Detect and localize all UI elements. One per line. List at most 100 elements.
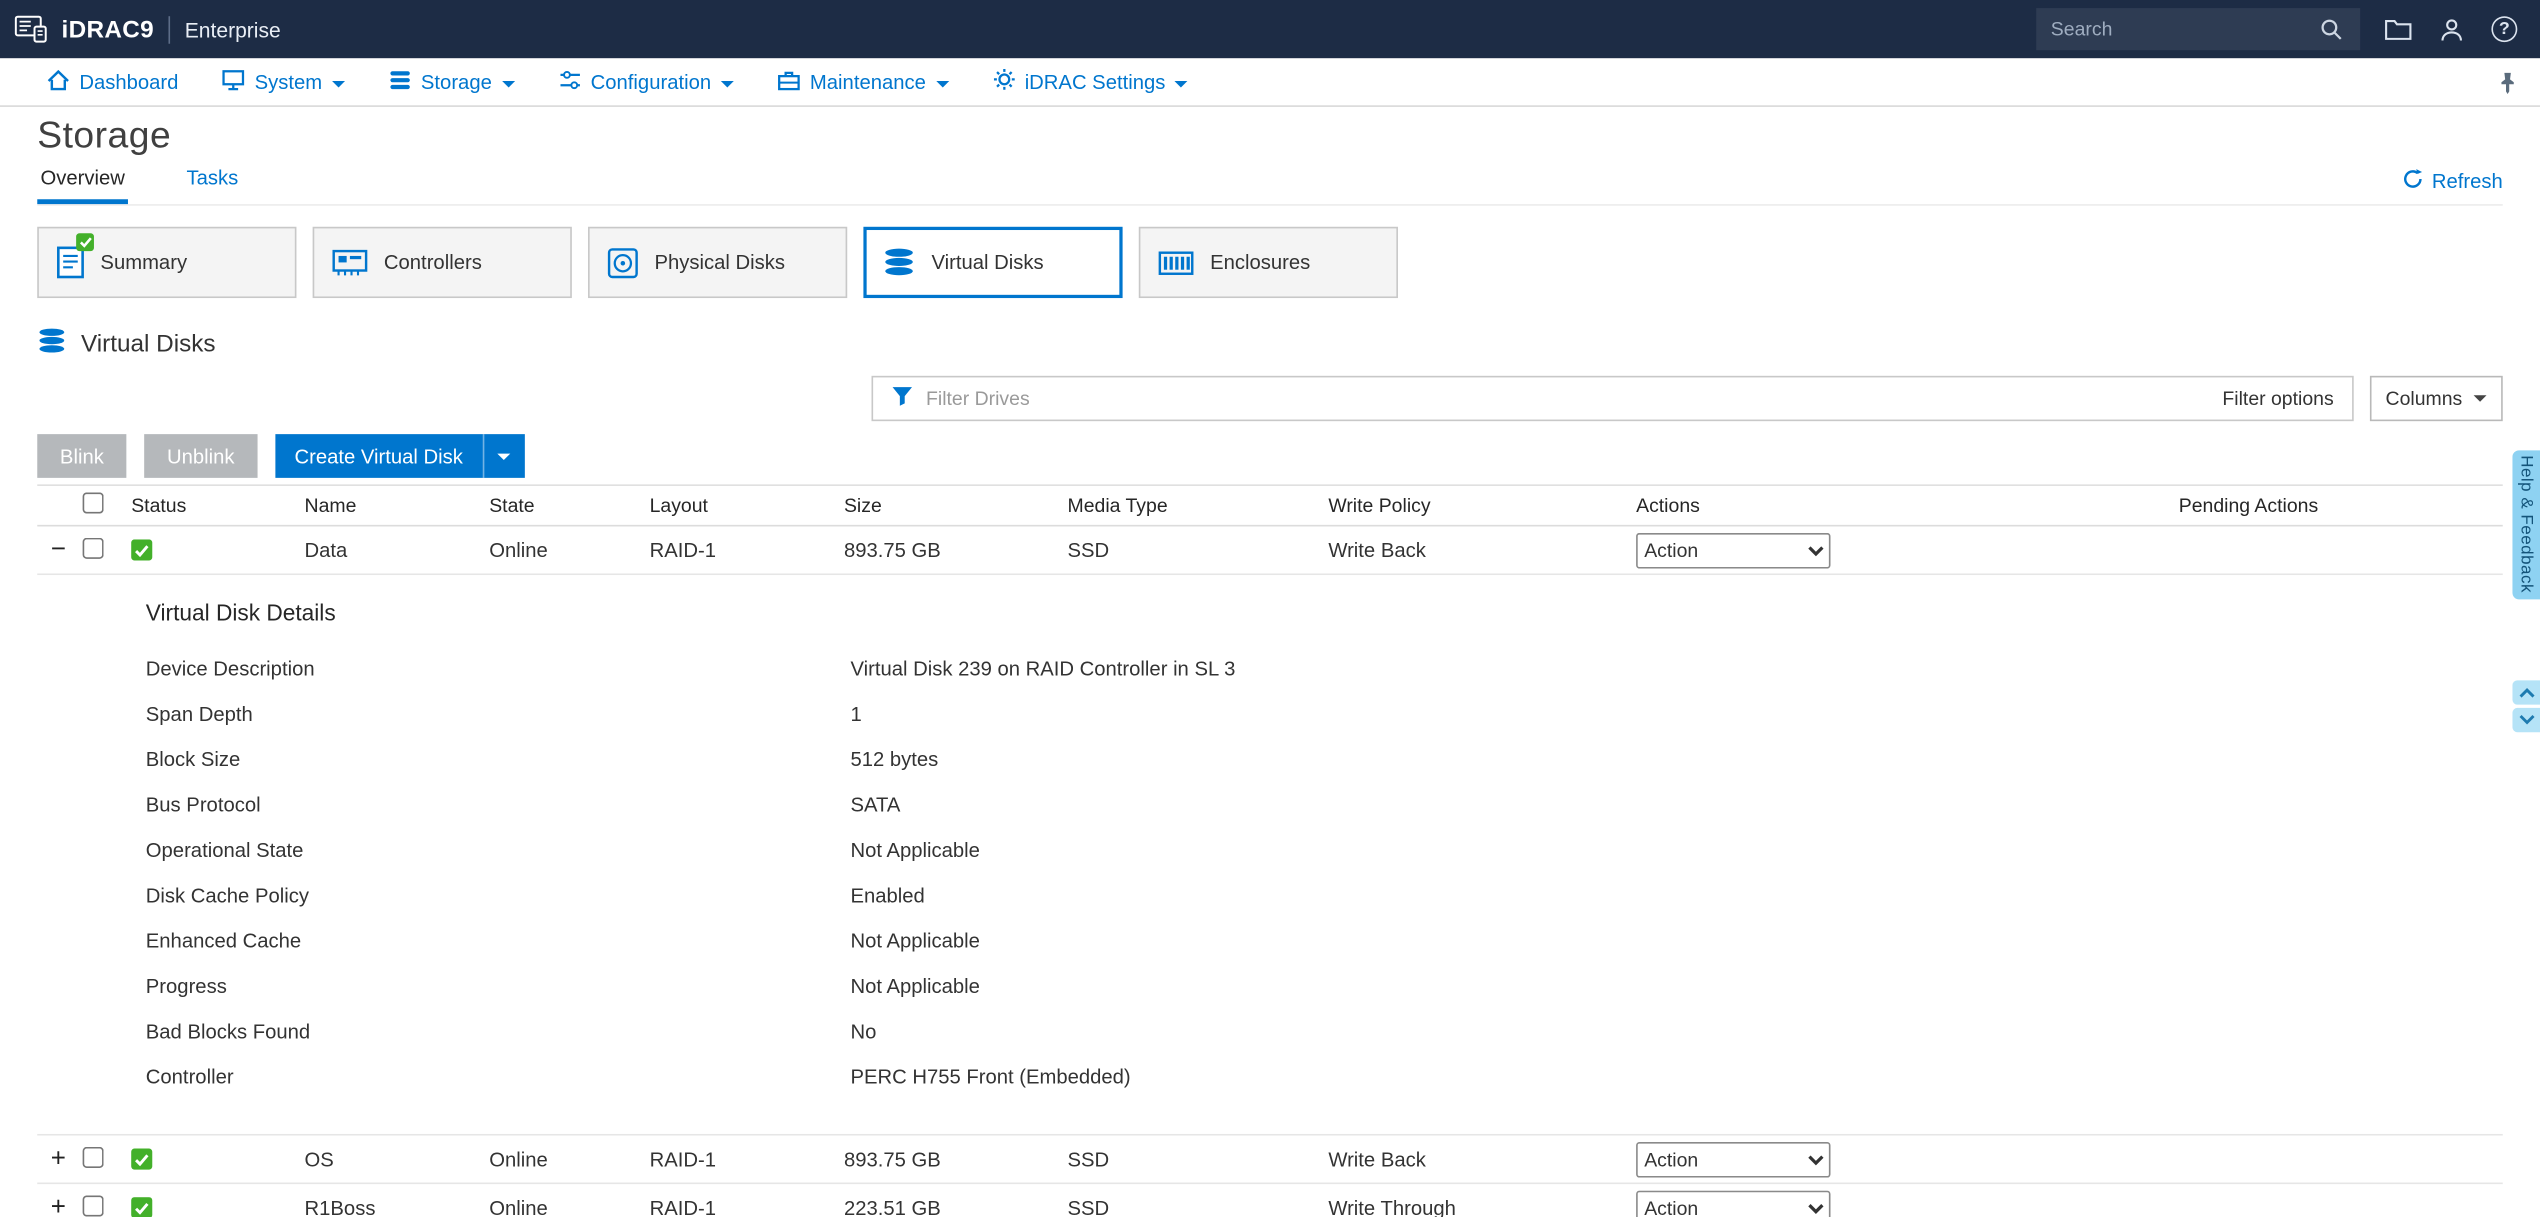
card-label: Physical Disks (654, 251, 785, 274)
blink-button[interactable]: Blink (37, 434, 127, 478)
help-feedback-tab[interactable]: Help & Feedback (2512, 450, 2540, 600)
detail-value: 512 bytes (850, 748, 939, 772)
tab-overview[interactable]: Overview (37, 162, 129, 205)
status-ok-icon (131, 539, 153, 561)
detail-value: Enabled (850, 884, 925, 908)
chevron-down-icon (2473, 395, 2487, 402)
search-icon[interactable] (2315, 13, 2346, 45)
expand-row-icon[interactable]: + (47, 1146, 70, 1172)
collapse-row-icon[interactable]: − (47, 537, 70, 563)
nav-item-idrac-settings[interactable]: iDRAC Settings (992, 68, 1189, 96)
virtual-disk-details-panel: Virtual Disk Details Device Description … (37, 575, 2503, 1136)
card-label: Virtual Disks (931, 251, 1044, 274)
nav-item-dashboard[interactable]: Dashboard (47, 69, 178, 95)
vd-name: R1Boss (304, 1196, 376, 1217)
nav-label: Configuration (590, 70, 712, 94)
status-ok-icon (131, 1197, 153, 1217)
detail-row: Enhanced Cache Not Applicable (146, 918, 2503, 963)
enclosures-icon (1158, 250, 1194, 275)
select-all-checkbox[interactable] (82, 492, 104, 514)
detail-label: Progress (145, 975, 227, 998)
detail-value: Not Applicable (850, 975, 980, 998)
nav-item-configuration[interactable]: Configuration (558, 69, 734, 95)
row-checkbox[interactable] (82, 1146, 104, 1168)
scroll-up-button[interactable] (2512, 680, 2540, 705)
chevron-down-icon[interactable] (482, 434, 524, 478)
detail-label: Span Depth (145, 703, 253, 726)
detail-row: Bad Blocks Found No (146, 1009, 2503, 1054)
detail-value: PERC H755 Front (Embedded) (850, 1065, 1131, 1089)
status-ok-icon (131, 1148, 153, 1170)
vd-media-type: SSD (1067, 1196, 1110, 1217)
detail-row: Device Description Virtual Disk 239 on R… (146, 646, 2503, 691)
card-summary[interactable]: Summary (37, 226, 297, 299)
row-checkbox[interactable] (82, 536, 104, 559)
detail-row: Block Size 512 bytes (146, 737, 2503, 782)
chevron-down-icon (935, 80, 949, 87)
refresh-button[interactable]: Refresh (2403, 168, 2503, 204)
expand-row-icon[interactable]: + (47, 1195, 70, 1217)
nav-label: Dashboard (79, 70, 179, 94)
nav-item-storage[interactable]: Storage (389, 69, 515, 95)
action-select[interactable]: Action (1636, 532, 1831, 568)
user-icon[interactable] (2435, 13, 2467, 45)
columns-button[interactable]: Columns (2369, 375, 2503, 422)
card-physical-disks[interactable]: Physical Disks (588, 226, 848, 299)
pin-icon[interactable] (2498, 70, 2517, 94)
brand: iDRAC9 Enterprise (14, 13, 281, 45)
section-header: Virtual Disks (37, 327, 2502, 358)
filter-box: Filter options (870, 375, 2354, 422)
status-ok-badge (76, 233, 94, 252)
refresh-icon (2403, 168, 2424, 194)
filter-drives-input[interactable] (926, 387, 2210, 410)
action-select[interactable]: Action (1636, 1189, 1831, 1217)
scroll-arrows (2512, 680, 2540, 733)
nav-item-system[interactable]: System (222, 69, 345, 95)
nav-label: iDRAC Settings (1024, 70, 1166, 94)
row-checkbox[interactable] (82, 1194, 104, 1216)
card-virtual-disks[interactable]: Virtual Disks (863, 226, 1123, 299)
brand-separator (168, 15, 171, 43)
nav-label: System (254, 70, 323, 94)
idrac-settings-icon (992, 68, 1015, 96)
folder-icon[interactable] (2381, 13, 2413, 45)
filter-options-link[interactable]: Filter options (2222, 387, 2333, 410)
toolbar: Blink Unblink Create Virtual Disk (37, 434, 2502, 478)
detail-row: Controller PERC H755 Front (Embedded) (146, 1055, 2503, 1100)
col-state: State (489, 494, 535, 517)
detail-label: Enhanced Cache (145, 929, 302, 953)
storage-icon (389, 69, 412, 95)
card-label: Controllers (383, 251, 482, 274)
create-virtual-disk-button[interactable]: Create Virtual Disk (275, 434, 525, 478)
detail-label: Bad Blocks Found (145, 1020, 311, 1044)
col-write-policy: Write Policy (1328, 494, 1431, 517)
topbar: iDRAC9 Enterprise ? (0, 0, 2540, 59)
nav-item-maintenance[interactable]: Maintenance (778, 69, 949, 95)
vd-write-policy: Write Through (1328, 1196, 1456, 1217)
card-controllers[interactable]: Controllers (312, 226, 572, 299)
scroll-down-button[interactable] (2512, 707, 2540, 733)
section-title: Virtual Disks (80, 329, 216, 358)
table-header: Status Name State Layout Size Media Type… (37, 484, 2503, 527)
nav-label: Maintenance (809, 70, 926, 94)
screen: iDRAC9 Enterprise ? Dash (0, 0, 2540, 1217)
main-content: Storage Overview Tasks Refresh Summary C… (0, 113, 2540, 1217)
unblink-button[interactable]: Unblink (144, 434, 258, 478)
col-size: Size (843, 494, 882, 517)
search-box (2036, 8, 2361, 51)
virtual-disks-icon (883, 248, 915, 277)
action-select[interactable]: Action (1636, 1141, 1831, 1177)
col-layout: Layout (649, 494, 708, 517)
physical-disks-icon (607, 247, 638, 278)
card-enclosures[interactable]: Enclosures (1138, 226, 1398, 299)
vd-media-type: SSD (1067, 1147, 1110, 1171)
card-label: Summary (100, 251, 188, 274)
vd-layout: RAID-1 (649, 1196, 716, 1217)
storage-cards: Summary Controllers Physical Disks Virtu… (37, 226, 2502, 299)
tab-tasks[interactable]: Tasks (183, 162, 241, 204)
nav-label: Storage (420, 70, 492, 94)
search-input[interactable] (2050, 17, 2302, 41)
help-icon[interactable]: ? (2488, 13, 2520, 45)
chevron-down-icon (331, 80, 345, 87)
idrac-logo (14, 13, 47, 45)
